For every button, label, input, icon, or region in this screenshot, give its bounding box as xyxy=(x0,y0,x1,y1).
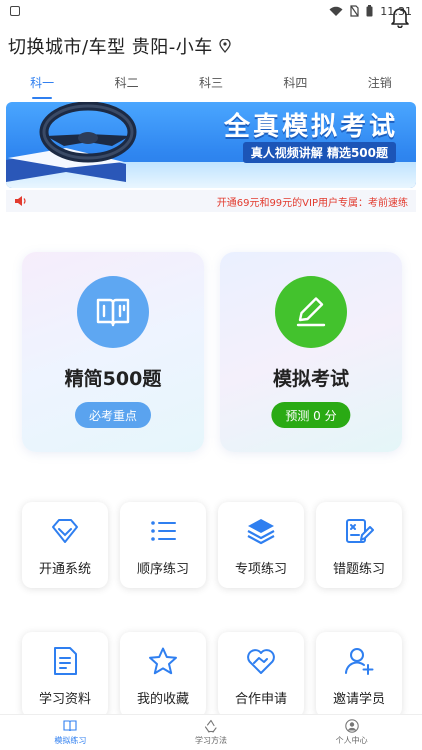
pencil-icon-circle xyxy=(275,276,347,348)
speaker-icon xyxy=(15,196,26,206)
mock-exam-card[interactable]: 模拟考试 预测 0 分 xyxy=(220,252,402,452)
status-left xyxy=(10,6,20,16)
my-favorites-tile[interactable]: 我的收藏 xyxy=(120,632,206,718)
topic-practice-tile[interactable]: 专项练习 xyxy=(218,502,304,588)
tab-logout[interactable]: 注销 xyxy=(344,70,416,95)
book-icon-circle xyxy=(77,276,149,348)
city-model-title[interactable]: 切换城市/车型 贵阳-小车 xyxy=(8,33,213,59)
open-book-icon xyxy=(63,720,77,732)
user-icon xyxy=(344,719,359,733)
cooperation-apply-label: 合作申请 xyxy=(234,692,287,707)
tab-subject-3[interactable]: 科三 xyxy=(175,70,247,95)
sequential-practice-tile[interactable]: 顺序练习 xyxy=(120,502,206,588)
nav-mock-practice[interactable]: 模拟练习 xyxy=(20,719,120,746)
add-user-icon xyxy=(345,648,374,675)
promo-banner[interactable]: 全真模拟考试 真人视频讲解 精选500题 xyxy=(6,102,416,188)
banner-subtitle: 真人视频讲解 精选500题 xyxy=(242,142,396,163)
steering-wheel-book-illustration xyxy=(6,102,137,182)
cooperation-apply-tile[interactable]: 合作申请 xyxy=(218,632,304,718)
nav-study-methods[interactable]: 学习方法 xyxy=(161,719,261,746)
selected-500-card[interactable]: 精简500题 必考重点 xyxy=(22,252,204,452)
mock-exam-title: 模拟考试 xyxy=(272,368,349,390)
tab-subject-1[interactable]: 科一 xyxy=(6,70,78,99)
status-bar: 11:31 xyxy=(0,0,422,22)
handshake-icon xyxy=(247,649,275,674)
no-sim-icon xyxy=(350,5,359,17)
star-icon xyxy=(149,647,177,675)
list-icon xyxy=(151,521,176,541)
my-favorites-label: 我的收藏 xyxy=(136,692,189,707)
nav-personal-center-label: 个人中心 xyxy=(335,736,368,745)
recycle-icon xyxy=(204,719,217,733)
notice-text: 开通69元和99元的VIP用户专属：考前速练 xyxy=(216,197,408,209)
invite-students-label: 邀请学员 xyxy=(332,692,385,707)
tab-subject-2[interactable]: 科二 xyxy=(91,70,163,95)
nav-personal-center[interactable]: 个人中心 xyxy=(302,719,402,746)
open-system-label: 开通系统 xyxy=(38,562,91,577)
topic-practice-label: 专项练习 xyxy=(234,562,287,577)
bell-icon[interactable] xyxy=(390,6,410,28)
document-icon xyxy=(54,647,77,675)
bottom-nav: 模拟练习 学习方法 个人中心 xyxy=(0,714,422,750)
sequential-practice-label: 顺序练习 xyxy=(136,562,189,577)
open-system-tile[interactable]: 开通系统 xyxy=(22,502,108,588)
wrong-answers-tile[interactable]: 错题练习 xyxy=(316,502,402,588)
notice-bar[interactable]: 开通69元和99元的VIP用户专属：考前速练 xyxy=(6,190,416,212)
tab-subject-4[interactable]: 科四 xyxy=(259,70,331,95)
book-icon xyxy=(96,298,130,327)
location-icon xyxy=(219,39,231,53)
diamond-icon xyxy=(52,519,78,543)
banner-title: 全真模拟考试 xyxy=(223,112,398,142)
must-test-badge[interactable]: 必考重点 xyxy=(74,402,152,428)
nav-mock-practice-label: 模拟练习 xyxy=(54,736,87,745)
wrong-answers-icon xyxy=(346,519,374,543)
app-notification-icon xyxy=(10,6,20,16)
predicted-score-badge[interactable]: 预测 0 分 xyxy=(271,402,351,428)
pencil-icon xyxy=(296,297,326,327)
study-materials-tile[interactable]: 学习资料 xyxy=(22,632,108,718)
wrong-answers-label: 错题练习 xyxy=(332,562,385,577)
wifi-icon xyxy=(329,6,343,16)
city-selector[interactable]: 切换城市/车型 贵阳-小车 xyxy=(0,28,422,64)
layers-icon xyxy=(247,519,275,545)
subject-tabs: 科一 科二 科三 科四 注销 xyxy=(0,68,422,99)
battery-icon xyxy=(366,5,373,17)
selected-500-title: 精简500题 xyxy=(64,368,162,390)
study-materials-label: 学习资料 xyxy=(38,692,91,707)
nav-study-methods-label: 学习方法 xyxy=(194,736,227,745)
invite-students-tile[interactable]: 邀请学员 xyxy=(316,632,402,718)
